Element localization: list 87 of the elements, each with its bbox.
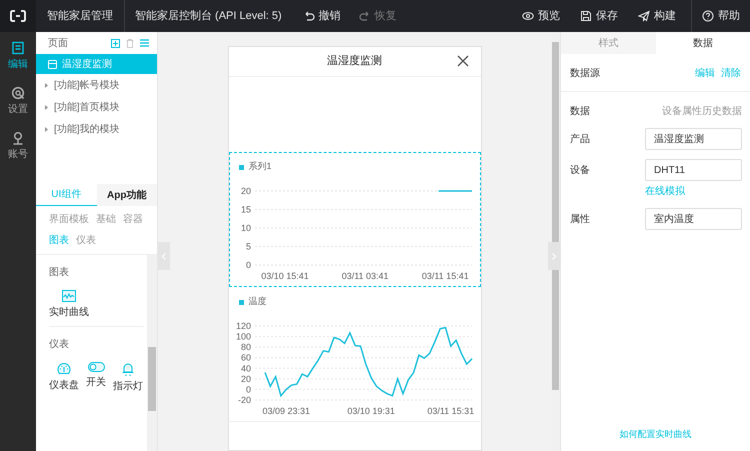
legend-swatch [238,300,244,304]
input-field[interactable]: DHT11 [645,159,742,181]
section-title: 仪表 [49,338,70,352]
input-field[interactable]: 温湿度监测 [645,128,742,150]
close-button[interactable] [456,55,468,67]
save-button[interactable]: 保存 [570,0,628,32]
component-item[interactable]: 实时曲线 [49,290,89,320]
collapse-handle[interactable] [158,242,170,270]
axis-label: 10 [240,223,250,233]
axis-label: 03/09 23:31 [262,406,310,416]
nav-item[interactable]: 账号 [0,128,36,173]
collapse-handle[interactable] [548,242,560,270]
menu-button[interactable] [140,39,149,47]
component-item[interactable]: 指示灯 [113,362,143,394]
page-label: [功能]首页模块 [54,100,120,114]
field-value: 设备属性历史数据 [661,104,742,119]
screen-title: 温湿度监测 [327,54,382,70]
window-title: 智能家居控制台 (API Level: 5) [134,8,283,24]
chart-widget[interactable]: 温度 -20 0 20 40 60 80 100 120 03/09 23:31 03/10 19:31 03/11 15:31 [228,287,480,422]
axis-label: 0 [245,384,250,394]
field-label: 设备 [569,164,591,178]
toggle-switch-icon [88,362,104,372]
axis-label: -20 [237,395,250,405]
page-icon [48,60,57,68]
redo-icon [358,10,371,22]
axis-label: 03/11 15:41 [421,271,468,281]
person-icon [11,131,25,145]
axis-label: 0 [245,260,250,270]
logo-icon [10,10,26,22]
page-label: [功能]帐号模块 [54,78,120,92]
component-item[interactable]: 开关 [81,362,111,394]
undo-icon [302,10,315,22]
legend-label: 系列1 [248,160,272,174]
gauge-icon [57,362,71,375]
axis-label: 20 [240,186,250,196]
axis-label: 60 [240,352,250,363]
axis-label: 03/10 15:41 [260,271,308,281]
component-item[interactable]: 仪表盘 [49,362,79,394]
axis-label: 5 [245,242,250,252]
axis-label: 20 [240,374,250,384]
chart-widget[interactable]: 系列1 0 5 10 15 20 03/10 15:41 03/11 03:41 03/11 15:41 [228,152,480,287]
section-title: 图表 [49,266,70,280]
legend-swatch [238,164,244,170]
axis-label: 03/10 19:31 [346,406,394,416]
legend-label: 温度 [248,295,266,308]
section-title: 数据源 [570,67,601,81]
page-label: 温湿度监测 [62,58,112,72]
caret-right-icon [44,126,49,132]
caret-right-icon [44,82,49,88]
component-tab[interactable]: App功能 [96,184,157,206]
field-label: 属性 [569,212,591,227]
undo-button[interactable]: 撤销 [294,0,350,32]
data-line [438,190,472,192]
page-item[interactable]: [功能]帐号模块 [36,74,157,96]
nav-item[interactable]: 设置 [0,83,36,128]
delete-page-button[interactable] [126,38,134,48]
plus-square-icon [111,38,120,48]
axis-label: 100 [235,332,250,342]
scrollbar[interactable] [147,255,157,451]
caret-right-icon [44,104,49,110]
axis-label: 40 [240,363,250,374]
field-label: 数据 [569,105,591,119]
help-icon [702,10,714,22]
page-label: [功能]我的模块 [54,122,120,136]
bell-icon [121,362,135,376]
input-field[interactable]: 室内温度 [645,208,742,230]
field-label: 产品 [569,132,591,147]
eye-icon [522,10,534,22]
nav-item[interactable]: 编辑 [0,38,36,83]
axis-label: 80 [240,342,250,352]
paper-plane-icon [638,10,650,22]
menu-icon [140,39,149,47]
axis-label: 15 [240,204,250,214]
axis-label: 120 [235,321,250,331]
panel-title: 页面 [48,36,69,50]
page-item[interactable]: [功能]我的模块 [36,118,157,140]
close-icon [456,55,468,67]
document-icon [11,41,25,55]
trash-icon [126,38,134,48]
add-page-button[interactable] [111,38,120,48]
preview-button[interactable]: 预览 [512,0,570,32]
gear-icon [11,86,25,100]
axis-label: 03/11 03:41 [341,271,388,281]
axis-label: 03/11 15:31 [426,406,474,416]
build-button[interactable]: 构建 [628,0,686,32]
chart-icon [62,290,76,302]
page-item[interactable]: [功能]首页模块 [36,96,157,118]
